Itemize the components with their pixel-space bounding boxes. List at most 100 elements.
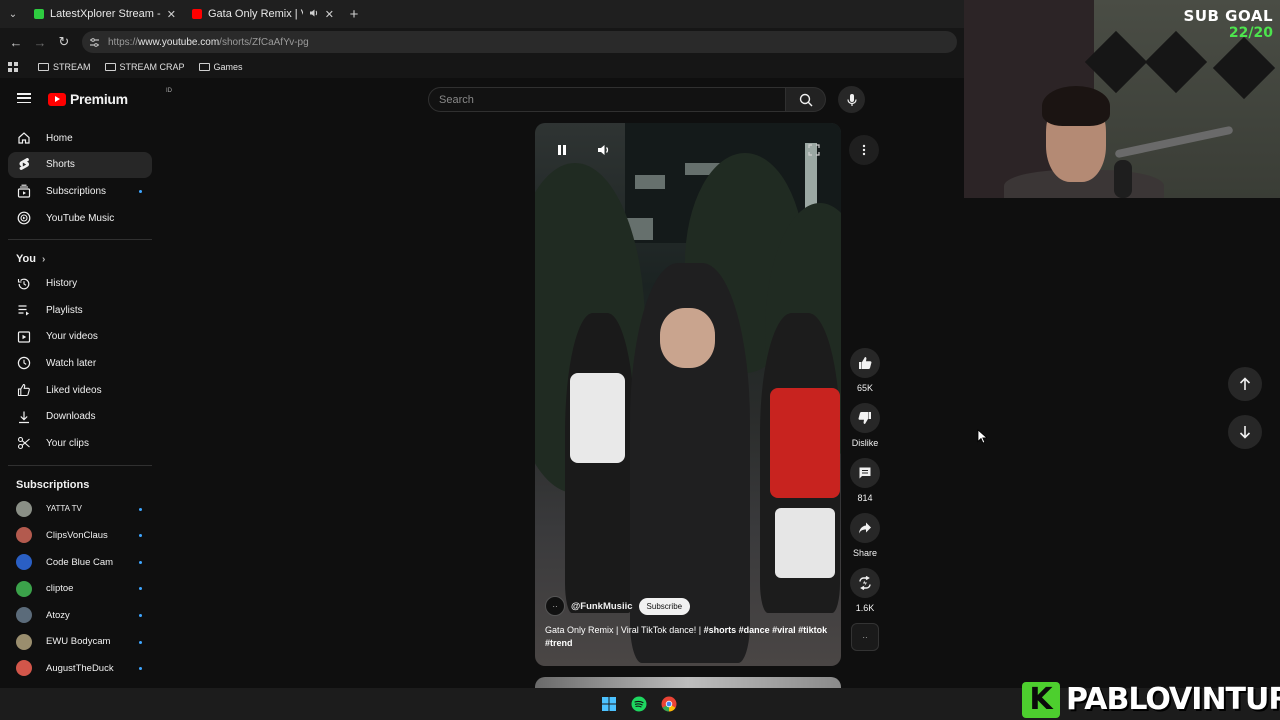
pause-button[interactable] xyxy=(552,140,572,160)
speaker-icon[interactable] xyxy=(309,8,319,21)
next-short-button[interactable] xyxy=(1228,415,1262,449)
address-bar[interactable]: https://www.youtube.com/shorts/ZfCaAfYv-… xyxy=(82,31,957,53)
chrome-icon[interactable] xyxy=(660,695,678,713)
share-label: Share xyxy=(852,548,878,558)
sidebar-subscription-channel[interactable]: ClipsVonClaus xyxy=(8,522,152,549)
channel-avatar xyxy=(16,500,32,517)
back-arrow-icon[interactable]: ← xyxy=(6,32,26,52)
youtube-favicon-icon xyxy=(192,9,202,19)
hashtags[interactable]: #shorts #dance #viral #tiktok xyxy=(704,625,828,635)
channel-handle[interactable]: @FunkMusiic xyxy=(571,601,633,612)
search-input[interactable]: Search xyxy=(428,87,786,112)
browser-tab[interactable]: Gata Only Remix | Viral TikTo ✕ xyxy=(184,0,342,28)
sidebar-divider xyxy=(8,464,152,466)
sidebar-subscription-channel[interactable]: Atozy xyxy=(8,602,152,629)
apps-grid-icon[interactable] xyxy=(8,62,18,72)
site-info-icon[interactable] xyxy=(88,36,100,48)
sidebar-subscription-channel[interactable]: AugustTheDuck xyxy=(8,655,152,682)
you-section-heading[interactable]: You › xyxy=(0,248,160,270)
subscribe-button[interactable]: Subscribe xyxy=(638,597,691,615)
thumbs-up-icon xyxy=(859,357,872,369)
share-button[interactable] xyxy=(850,513,880,543)
sidebar-item-your-videos[interactable]: Your videos xyxy=(8,324,152,351)
hashtag[interactable]: #trend xyxy=(545,638,573,648)
video-frame-dancer xyxy=(565,313,635,613)
sidebar-subscription-channel[interactable]: YATTA TV xyxy=(8,496,152,523)
sidebar-item-downloads[interactable]: Downloads xyxy=(8,403,152,430)
bookmarks-bar: STREAM STREAM CRAP Games xyxy=(0,56,964,78)
remix-action: 1.6K xyxy=(845,568,885,614)
fullscreen-button[interactable] xyxy=(804,140,824,160)
comments-button[interactable] xyxy=(850,458,880,488)
sidebar-item-home[interactable]: Home xyxy=(8,125,152,152)
like-count: 65K xyxy=(856,383,873,393)
spotify-icon[interactable] xyxy=(630,695,648,713)
short-title[interactable]: Gata Only Remix | Viral TikTok dance! | … xyxy=(545,624,835,650)
remix-icon xyxy=(859,576,871,590)
tab-search-chevron-icon[interactable]: ⌄ xyxy=(0,0,26,28)
watch-later-icon xyxy=(16,355,32,371)
new-content-dot xyxy=(139,587,142,591)
new-content-dot xyxy=(139,507,142,511)
dislike-label: Dislike xyxy=(851,438,879,448)
bookmark-folder[interactable]: Games xyxy=(198,62,243,72)
volume-button[interactable] xyxy=(594,140,614,160)
folder-icon xyxy=(198,63,210,71)
channel-avatar xyxy=(16,527,32,544)
channel-avatar[interactable]: ·· xyxy=(545,596,565,616)
sidebar-subscription-channel[interactable]: cliptoe xyxy=(8,575,152,602)
channel-avatar xyxy=(16,580,32,597)
search-icon xyxy=(799,93,812,106)
sidebar-item-your-clips[interactable]: Your clips xyxy=(8,430,152,457)
close-tab-icon[interactable]: ✕ xyxy=(325,8,334,21)
new-content-dot xyxy=(139,613,142,617)
browser-toolbar: ← → ↻ https://www.youtube.com/shorts/ZfC… xyxy=(0,28,964,56)
search-bar: Search xyxy=(428,87,826,112)
like-button[interactable] xyxy=(850,348,880,378)
subscriptions-section-heading: Subscriptions xyxy=(16,478,90,491)
reload-icon[interactable]: ↻ xyxy=(54,32,74,52)
folder-icon xyxy=(38,63,49,71)
guide-menu-icon[interactable] xyxy=(17,93,31,103)
share-action: Share xyxy=(845,513,885,559)
comment-count: 814 xyxy=(857,493,873,503)
sidebar-subscription-channel[interactable]: Code Blue Cam xyxy=(8,549,152,576)
video-frame-dancer-top xyxy=(570,373,625,463)
webcam-overlay: SUB GOAL 22/20 xyxy=(964,0,1280,198)
mouse-cursor-icon xyxy=(977,429,987,444)
sidebar-item-playlists[interactable]: Playlists xyxy=(8,297,152,324)
more-options-button[interactable] xyxy=(849,135,879,165)
folder-icon xyxy=(104,63,116,71)
sidebar-subscription-channel[interactable]: EWU Bodycam xyxy=(8,629,152,656)
voice-search-button[interactable] xyxy=(838,86,865,113)
shorts-icon xyxy=(16,157,32,173)
browser-tab-bar: ⌄ LatestXplorer Stream - Watch Li ✕ Gata… xyxy=(0,0,964,28)
close-tab-icon[interactable]: ✕ xyxy=(167,8,176,21)
sidebar-item-liked-videos[interactable]: Liked videos xyxy=(8,377,152,404)
screen: ⌄ LatestXplorer Stream - Watch Li ✕ Gata… xyxy=(0,0,1280,720)
forward-arrow-icon[interactable]: → xyxy=(30,32,50,52)
bookmark-folder[interactable]: STREAM CRAP xyxy=(104,62,185,72)
sidebar-item-history[interactable]: History xyxy=(8,270,152,297)
bookmark-folder[interactable]: STREAM xyxy=(38,62,91,72)
previous-short-button[interactable] xyxy=(1228,367,1262,401)
windows-start-icon[interactable] xyxy=(600,695,618,713)
new-content-dot xyxy=(139,190,142,194)
clips-icon xyxy=(16,435,32,451)
youtube-music-icon xyxy=(16,210,32,226)
sidebar-item-youtube-music[interactable]: YouTube Music xyxy=(8,205,152,232)
search-button[interactable] xyxy=(786,87,826,112)
sidebar-item-subscriptions[interactable]: Subscriptions xyxy=(8,178,152,205)
shorts-video-player[interactable]: ·· @FunkMusiic Subscribe Gata Only Remix… xyxy=(535,123,841,666)
sub-goal-label: SUB GOAL xyxy=(1183,7,1273,25)
browser-tab[interactable]: LatestXplorer Stream - Watch Li ✕ xyxy=(26,0,184,28)
dislike-button[interactable] xyxy=(850,403,880,433)
sidebar-item-watch-later[interactable]: Watch later xyxy=(8,350,152,377)
your-videos-icon xyxy=(16,329,32,345)
new-tab-button[interactable]: + xyxy=(342,6,366,23)
audio-source-thumbnail[interactable]: ·· xyxy=(851,623,879,651)
sidebar-item-shorts[interactable]: Shorts xyxy=(8,151,152,179)
remix-button[interactable] xyxy=(850,568,880,598)
youtube-premium-logo[interactable]: Premium ID xyxy=(48,88,172,107)
channel-avatar xyxy=(16,607,32,624)
